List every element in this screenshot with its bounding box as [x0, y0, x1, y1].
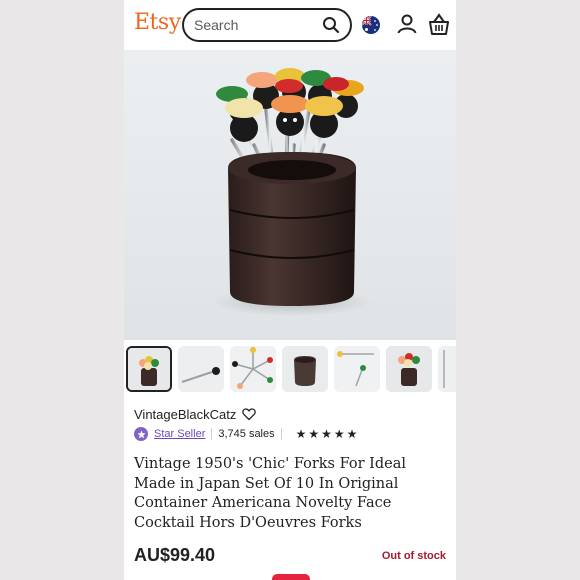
heart-icon[interactable]: [242, 407, 257, 421]
thumbnail-3[interactable]: [230, 346, 276, 392]
star-seller-badge-icon: [134, 427, 148, 441]
thumbnail-4[interactable]: [282, 346, 328, 392]
listing-title: Vintage 1950's 'Chic' Forks For Ideal Ma…: [134, 456, 407, 531]
listing-price: AU$99.40: [134, 545, 216, 565]
thumbnail-5[interactable]: [334, 346, 380, 392]
thumbnail-strip: [124, 344, 456, 394]
thumbnail-7[interactable]: [438, 346, 456, 392]
etsy-logo[interactable]: Etsy: [134, 10, 181, 35]
shop-name-link[interactable]: VintageBlackCatz: [134, 407, 236, 422]
thumbnail-6[interactable]: [386, 346, 432, 392]
sales-count: 3,745 sales: [218, 428, 275, 440]
thumbnail-1[interactable]: [126, 346, 172, 392]
app-screen: Etsy Search VintageBlackCatz Star Seller…: [124, 0, 456, 580]
seller-stats: Star Seller 3,745 sales ★★★★★: [134, 424, 359, 444]
star-seller-link[interactable]: Star Seller: [154, 428, 205, 440]
rating-stars[interactable]: ★★★★★: [296, 427, 360, 441]
search-icon[interactable]: [316, 10, 346, 40]
divider: [211, 428, 213, 440]
basket-icon[interactable]: [428, 13, 450, 37]
shop-info: VintageBlackCatz: [134, 404, 257, 424]
add-to-basket-button-edge[interactable]: [272, 574, 310, 580]
stock-status: Out of stock: [381, 550, 446, 562]
top-bar: Etsy Search: [124, 0, 456, 50]
search-input[interactable]: Search: [182, 8, 352, 42]
australia-flag-icon[interactable]: [362, 16, 380, 34]
user-icon[interactable]: [396, 13, 418, 35]
divider: [280, 428, 282, 440]
search-placeholder: Search: [194, 17, 239, 33]
thumbnail-2[interactable]: [178, 346, 224, 392]
product-main-image[interactable]: [124, 50, 456, 340]
